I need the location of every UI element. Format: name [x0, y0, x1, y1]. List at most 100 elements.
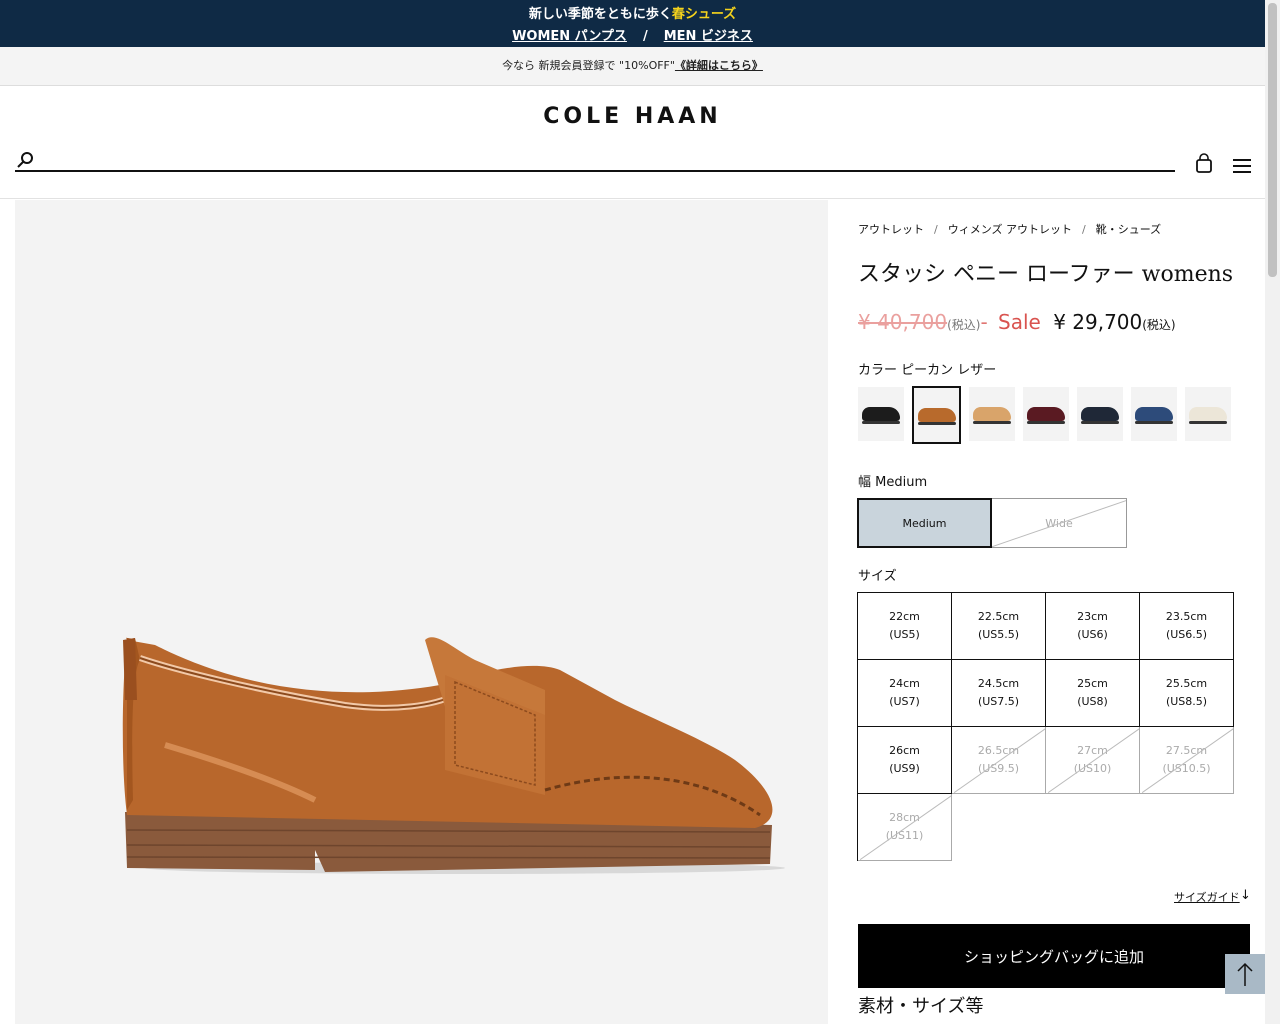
promo-headline: 新しい季節をともに歩く春シューズ	[0, 3, 1265, 22]
color-swatch-ivory[interactable]	[1185, 387, 1231, 441]
breadcrumb-womens-outlet[interactable]: ウィメンズ アウトレット	[948, 223, 1072, 236]
size-cm: 27.5cm	[1165, 744, 1208, 757]
size-cm: 22.5cm	[977, 610, 1020, 623]
color-swatch-pecan[interactable]	[912, 386, 961, 444]
product-image[interactable]	[15, 200, 828, 1024]
size-us: (US10)	[1073, 762, 1112, 775]
size-us: (US7.5)	[977, 695, 1020, 708]
breadcrumb-separator: /	[1082, 223, 1086, 236]
price-dash: -	[980, 310, 988, 334]
swatch-shoe-thumbnail	[1135, 407, 1173, 424]
width-label: 幅 Medium	[858, 475, 928, 490]
size-cm: 22cm	[889, 610, 920, 623]
page-scrollbar[interactable]	[1265, 0, 1280, 1024]
sale-price: ¥ 29,700	[1053, 310, 1143, 334]
swatch-shoe-thumbnail	[862, 407, 900, 424]
size-cm: 24cm	[889, 677, 920, 690]
size-cm: 26.5cm	[977, 744, 1020, 757]
size-us: (US9.5)	[977, 762, 1020, 775]
size-grid: 22cm (US5) 22.5cm (US5.5) 23cm (US6) 23.5cm (US…	[857, 592, 1234, 861]
size-option[interactable]: 22.5cm (US5.5)	[952, 593, 1046, 660]
sale-price-tax: (税込)	[1142, 318, 1176, 332]
member-banner: 今なら 新規会員登録で "10%OFF"《詳細はこちら》	[0, 47, 1265, 86]
size-cm: 26cm	[889, 744, 920, 757]
shopping-bag-icon[interactable]	[1196, 153, 1212, 173]
arrow-down-icon: ↓	[1240, 888, 1251, 903]
width-option-medium[interactable]: Medium	[857, 498, 992, 548]
size-cm: 24.5cm	[977, 677, 1020, 690]
size-cm: 23cm	[1077, 610, 1108, 623]
size-cm: 28cm	[889, 811, 920, 824]
size-us: (US6.5)	[1165, 628, 1208, 641]
promo-highlight: 春シューズ	[671, 7, 737, 22]
swatch-shoe-thumbnail	[1027, 407, 1065, 424]
size-cm: 27cm	[1077, 744, 1108, 757]
original-price-tax: (税込)	[947, 318, 981, 332]
color-swatch-blue[interactable]	[1131, 387, 1177, 441]
size-cm: 23.5cm	[1165, 610, 1208, 623]
scrollbar-thumb[interactable]	[1268, 3, 1277, 277]
size-label: サイズ	[858, 569, 897, 584]
size-us: (US10.5)	[1162, 762, 1211, 775]
color-swatch-navy[interactable]	[1077, 387, 1123, 441]
price-block: ¥ 40,700(税込)- Sale ¥ 29,700(税込)	[858, 310, 1176, 334]
original-price: ¥ 40,700	[858, 310, 948, 334]
size-option[interactable]: 25.5cm (US8.5)	[1140, 660, 1234, 727]
size-cm: 25.5cm	[1165, 677, 1208, 690]
size-us: (US11)	[885, 829, 924, 842]
width-options: Medium Wide	[857, 498, 1127, 548]
color-swatch-tan[interactable]	[969, 387, 1015, 441]
size-option[interactable]: 23cm (US6)	[1046, 593, 1140, 660]
size-cm: 25cm	[1077, 677, 1108, 690]
promo-banner: 新しい季節をともに歩く春シューズ WOMEN パンプス / MEN ビジネス	[0, 0, 1265, 47]
site-logo[interactable]: COLE HAAN	[0, 104, 1265, 129]
product-title: スタッシ ペニー ローファー womens	[858, 262, 1234, 287]
swatch-shoe-thumbnail	[1189, 407, 1227, 424]
arrow-up-icon	[1237, 962, 1253, 986]
size-us: (US5)	[889, 628, 920, 641]
size-us: (US8.5)	[1165, 695, 1208, 708]
size-option[interactable]: 23.5cm (US6.5)	[1140, 593, 1234, 660]
breadcrumb-shoes[interactable]: 靴・シューズ	[1096, 223, 1161, 236]
size-us: (US7)	[889, 695, 920, 708]
swatch-shoe-thumbnail	[917, 408, 956, 425]
promo-headline-text: 新しい季節をともに歩く	[528, 7, 672, 22]
size-us: (US8)	[1077, 695, 1108, 708]
size-option[interactable]: 25cm (US8)	[1046, 660, 1140, 727]
size-guide-link[interactable]: サイズガイド	[1174, 889, 1240, 905]
materials-heading[interactable]: 素材・サイズ等	[858, 992, 983, 1018]
swatch-shoe-thumbnail	[973, 407, 1011, 424]
sale-label: Sale	[998, 310, 1041, 334]
loafer-illustration	[122, 637, 785, 874]
header-divider	[0, 198, 1265, 199]
breadcrumb: アウトレット / ウィメンズ アウトレット / 靴・シューズ	[858, 221, 1161, 237]
size-option[interactable]: 24cm (US7)	[858, 660, 952, 727]
size-option[interactable]: 22cm (US5)	[858, 593, 952, 660]
width-option-wide[interactable]: Wide	[992, 498, 1127, 548]
size-us: (US5.5)	[977, 628, 1020, 641]
add-to-bag-button[interactable]: ショッピングバッグに追加	[858, 924, 1250, 988]
size-option[interactable]: 28cm (US11)	[858, 794, 952, 861]
size-us: (US6)	[1077, 628, 1108, 641]
back-to-top-button[interactable]	[1225, 954, 1265, 994]
breadcrumb-separator: /	[934, 223, 938, 236]
color-label: カラー ピーカン レザー	[858, 363, 997, 378]
size-option[interactable]: 27.5cm (US10.5)	[1140, 727, 1234, 794]
swatch-shoe-thumbnail	[1081, 407, 1119, 424]
member-details-link[interactable]: 《詳細はこちら》	[675, 59, 763, 72]
search-icon[interactable]	[16, 151, 34, 169]
promo-separator: /	[642, 29, 648, 44]
size-option[interactable]: 26.5cm (US9.5)	[952, 727, 1046, 794]
breadcrumb-outlet[interactable]: アウトレット	[858, 223, 924, 236]
size-option[interactable]: 27cm (US10)	[1046, 727, 1140, 794]
color-swatch-burgundy[interactable]	[1023, 387, 1069, 441]
hamburger-menu-icon[interactable]	[1233, 158, 1251, 174]
size-option[interactable]: 26cm (US9)	[858, 727, 952, 794]
search-input[interactable]	[15, 170, 1175, 172]
size-option[interactable]: 24.5cm (US7.5)	[952, 660, 1046, 727]
color-swatch-black[interactable]	[858, 387, 904, 441]
size-us: (US9)	[889, 762, 920, 775]
men-business-link[interactable]: MEN ビジネス	[664, 29, 753, 44]
promo-links: WOMEN パンプス / MEN ビジネス	[0, 25, 1265, 44]
women-pumps-link[interactable]: WOMEN パンプス	[512, 29, 627, 44]
